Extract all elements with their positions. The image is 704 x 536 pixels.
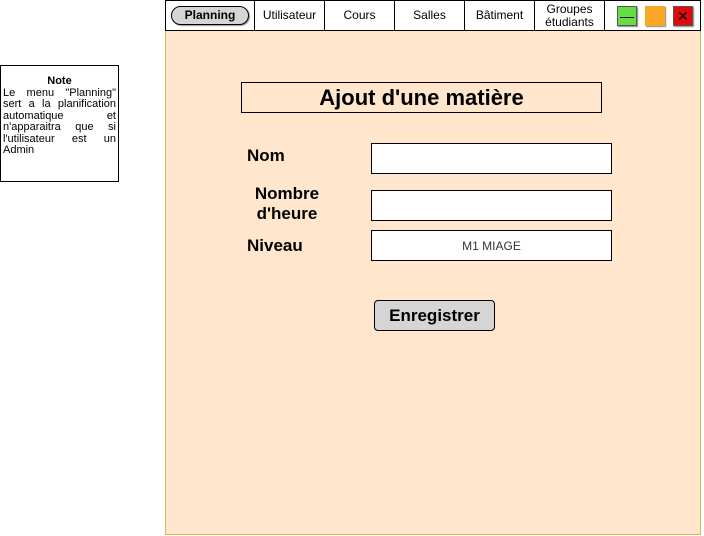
menu-item-planning[interactable]: Planning	[166, 1, 255, 30]
maximize-button[interactable]	[645, 5, 665, 26]
niveau-field[interactable]: M1 MIAGE	[371, 230, 612, 261]
app-window: Planning Utilisateur Cours Salles Bâtime…	[165, 0, 701, 535]
note-box: Note Le menu "Planning" sert a la planif…	[0, 65, 119, 182]
menu-item-label: Planning	[170, 6, 250, 25]
note-title: Note	[47, 75, 72, 87]
save-button[interactable]: Enregistrer	[374, 300, 495, 331]
menu-item-batiment[interactable]: Bâtiment	[465, 1, 535, 30]
nombre-heure-label: Nombre d'heure	[254, 184, 320, 223]
niveau-label: Niveau	[247, 236, 303, 255]
nom-field[interactable]	[371, 143, 612, 174]
page-title: Ajout d'une matière	[241, 82, 602, 113]
menu-bar: Planning Utilisateur Cours Salles Bâtime…	[165, 0, 701, 31]
minimize-button[interactable]: —	[617, 5, 637, 26]
nombre-heure-field[interactable]	[371, 190, 612, 221]
note-text: Le menu "Planning" sert a la planificati…	[3, 86, 116, 156]
menu-item-utilisateur[interactable]: Utilisateur	[255, 1, 325, 30]
nom-label: Nom	[247, 146, 285, 165]
close-icon: ✕	[677, 7, 689, 24]
window-controls: — ✕	[605, 1, 700, 30]
close-button[interactable]: ✕	[673, 5, 693, 26]
menu-item-salles[interactable]: Salles	[395, 1, 465, 30]
menu-item-cours[interactable]: Cours	[325, 1, 395, 30]
menu-item-groupes-etudiants[interactable]: Groupes étudiants	[535, 1, 605, 30]
form-panel: Ajout d'une matière Nom Nombre d'heure N…	[165, 31, 701, 535]
minimize-icon: —	[620, 7, 634, 24]
